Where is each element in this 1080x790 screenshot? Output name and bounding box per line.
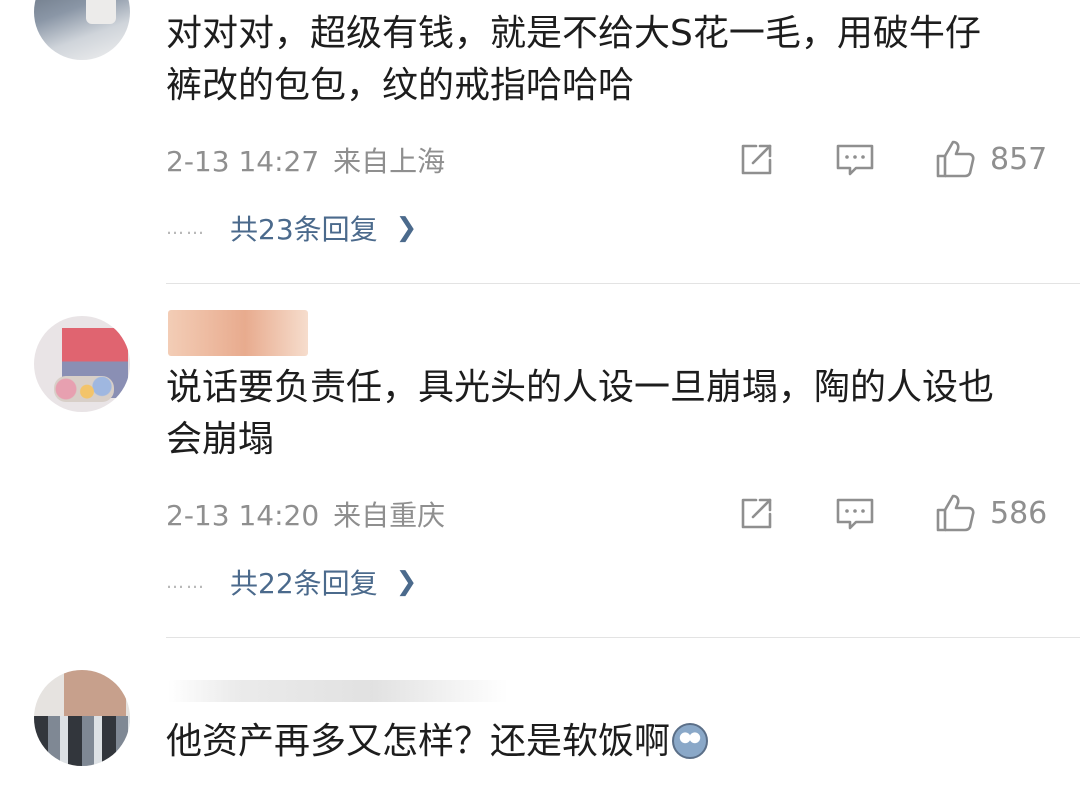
comment-date: 2-13 14:27 xyxy=(166,145,320,178)
comment-button[interactable] xyxy=(834,494,876,534)
share-button[interactable] xyxy=(736,140,776,180)
divider xyxy=(166,637,1080,638)
like-button[interactable]: 857 xyxy=(934,138,1047,180)
chevron-right-icon: ❯ xyxy=(395,213,418,243)
like-icon xyxy=(936,494,975,532)
divider xyxy=(166,283,1080,284)
comment-location: 来自上海 xyxy=(333,145,446,178)
like-icon xyxy=(936,140,975,178)
comment-meta: 2-13 14:27 来自上海 xyxy=(166,140,445,180)
comment-date: 2-13 14:20 xyxy=(166,499,320,532)
comment-meta: 2-13 14:20 来自重庆 xyxy=(166,494,445,534)
like-button[interactable]: 586 xyxy=(934,492,1047,534)
replies-dots: …… xyxy=(166,217,206,239)
share-icon xyxy=(741,498,772,529)
avatar[interactable] xyxy=(34,670,130,766)
username-redacted[interactable] xyxy=(168,680,508,702)
username-redacted[interactable] xyxy=(168,310,308,356)
comment-text: 他资产再多又怎样？还是软饭啊 xyxy=(166,716,1056,768)
replies-count-label: 共22条回复 xyxy=(230,567,378,600)
share-button[interactable] xyxy=(736,494,776,534)
comment-icon xyxy=(836,498,874,530)
like-count: 586 xyxy=(990,495,1048,531)
view-replies-link[interactable]: …… 共23条回复 ❯ xyxy=(166,208,417,248)
avatar[interactable] xyxy=(34,316,130,412)
comment-button[interactable] xyxy=(834,140,876,180)
comment-text-content: 他资产再多又怎样？还是软饭啊 xyxy=(166,721,671,762)
comment-icon xyxy=(836,144,874,176)
comment-text: 对对对，超级有钱，就是不给大S花一毛，用破牛仔 裤改的包包，纹的戒指哈哈哈 xyxy=(166,13,981,106)
avatar[interactable] xyxy=(34,0,130,60)
comment-location: 来自重庆 xyxy=(333,499,446,532)
comment-text: 说话要负责任，具光头的人设一旦崩塌，陶的人设也 会崩塌 xyxy=(166,367,995,460)
comment-item: 对对对，超级有钱，就是不给大S花一毛，用破牛仔 裤改的包包，纹的戒指哈哈哈 2-… xyxy=(0,0,1080,284)
emoji-icon xyxy=(672,723,709,759)
share-icon xyxy=(741,144,772,175)
replies-count-label: 共23条回复 xyxy=(230,213,378,246)
chevron-right-icon: ❯ xyxy=(395,567,418,597)
view-replies-link[interactable]: …… 共22条回复 ❯ xyxy=(166,562,417,602)
replies-dots: …… xyxy=(166,571,206,593)
like-count: 857 xyxy=(990,141,1048,177)
